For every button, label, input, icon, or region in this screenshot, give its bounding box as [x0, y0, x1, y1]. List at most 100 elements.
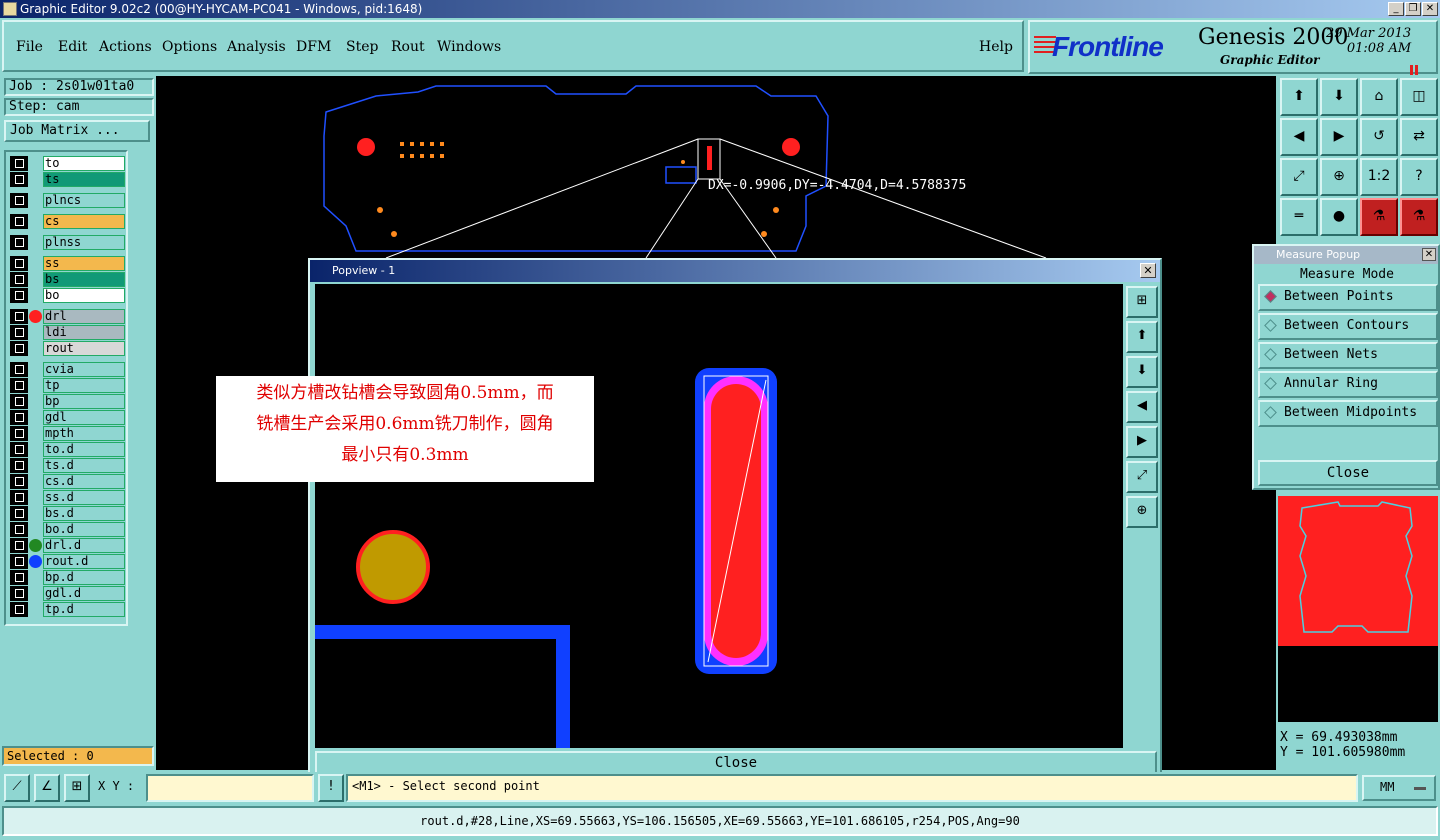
menu-actions[interactable]: Actions — [99, 39, 152, 55]
layer-name[interactable]: cs — [43, 214, 125, 229]
layer-name[interactable]: gdl.d — [43, 586, 125, 601]
layer-row-plnss[interactable]: plnss — [8, 235, 126, 250]
layer-checkbox[interactable] — [10, 554, 28, 569]
layer-checkbox[interactable] — [10, 272, 28, 287]
measure-option-between-midpoints[interactable]: Between Midpoints — [1258, 400, 1438, 427]
layer-checkbox[interactable] — [10, 288, 28, 303]
layer-row-ss-d[interactable]: ss.d — [8, 490, 126, 505]
layer-row-drl-d[interactable]: drl.d — [8, 538, 126, 553]
menu-rout[interactable]: Rout — [391, 39, 425, 55]
home-icon[interactable]: ⌂ — [1360, 78, 1398, 116]
layer-name[interactable]: tp — [43, 378, 125, 393]
layer-checkbox[interactable] — [10, 426, 28, 441]
layer-row-bo-d[interactable]: bo.d — [8, 522, 126, 537]
layer-name[interactable]: bo — [43, 288, 125, 303]
pan-left-icon[interactable]: ◀ — [1126, 391, 1158, 423]
layer-name[interactable]: ts.d — [43, 458, 125, 473]
layer-row-tp-d[interactable]: tp.d — [8, 602, 126, 617]
layer-row-bs-d[interactable]: bs.d — [8, 506, 126, 521]
layer-name[interactable]: drl.d — [43, 538, 125, 553]
zoom-box-icon[interactable]: ⊞ — [1126, 286, 1158, 318]
layer-row-bp-d[interactable]: bp.d — [8, 570, 126, 585]
layer-checkbox[interactable] — [10, 490, 28, 505]
layer-checkbox[interactable] — [10, 214, 28, 229]
layer-checkbox[interactable] — [10, 325, 28, 340]
layer-row-to[interactable]: to — [8, 156, 126, 171]
layer-checkbox[interactable] — [10, 522, 28, 537]
snap-icon[interactable]: ● — [1320, 198, 1358, 236]
fit-icon[interactable]: ⤢ — [1126, 461, 1158, 493]
zoom-step-icon[interactable]: ⬇ — [1320, 78, 1358, 116]
layer-checkbox[interactable] — [10, 235, 28, 250]
layer-row-ss[interactable]: ss — [8, 256, 126, 271]
layer-row-rout-d[interactable]: rout.d — [8, 554, 126, 569]
menu-help[interactable]: Help — [979, 39, 1013, 55]
alert-icon[interactable]: ! — [318, 774, 344, 802]
menu-analysis[interactable]: Analysis — [227, 39, 286, 55]
menu-windows[interactable]: Windows — [437, 39, 501, 55]
window-icon[interactable]: ◫ — [1400, 78, 1438, 116]
layer-checkbox[interactable] — [10, 309, 28, 324]
ruler-icon[interactable]: ═ — [1280, 198, 1318, 236]
layer-name[interactable]: ss.d — [43, 490, 125, 505]
menu-options[interactable]: Options — [162, 39, 217, 55]
measure-option-between-points[interactable]: Between Points — [1258, 284, 1438, 311]
layer-row-cs-d[interactable]: cs.d — [8, 474, 126, 489]
layer-row-gdl-d[interactable]: gdl.d — [8, 586, 126, 601]
measure-close-button[interactable]: Close — [1258, 460, 1438, 486]
zoom-in-icon[interactable]: ⬆ — [1126, 321, 1158, 353]
scale-icon[interactable]: 1:2 — [1360, 158, 1398, 196]
layer-checkbox[interactable] — [10, 570, 28, 585]
layer-name[interactable]: mpth — [43, 426, 125, 441]
layer-checkbox[interactable] — [10, 378, 28, 393]
pan-right-icon[interactable]: ▶ — [1320, 118, 1358, 156]
xy-input[interactable] — [146, 774, 314, 802]
menu-dfm[interactable]: DFM — [296, 39, 331, 55]
layer-name[interactable]: drl — [43, 309, 125, 324]
snap-mode-icon[interactable]: ⟋ — [4, 774, 30, 802]
help-icon[interactable]: ? — [1400, 158, 1438, 196]
layer-row-drl[interactable]: drl — [8, 309, 126, 324]
layer-checkbox[interactable] — [10, 156, 28, 171]
layer-row-tp[interactable]: tp — [8, 378, 126, 393]
overview-map[interactable] — [1278, 496, 1438, 722]
layer-row-to-d[interactable]: to.d — [8, 442, 126, 457]
popview-canvas[interactable] — [315, 284, 1123, 748]
layer-row-cvia[interactable]: cvia — [8, 362, 126, 377]
layer-checkbox[interactable] — [10, 602, 28, 617]
layer-name[interactable]: to — [43, 156, 125, 171]
layer-row-plncs[interactable]: plncs — [8, 193, 126, 208]
minimize-button[interactable]: _ — [1388, 2, 1404, 16]
pan-left-icon[interactable]: ◀ — [1280, 118, 1318, 156]
angle-mode-icon[interactable]: ∠ — [34, 774, 60, 802]
popview-close-icon[interactable]: ✕ — [1140, 263, 1156, 278]
layer-name[interactable]: to.d — [43, 442, 125, 457]
layer-checkbox[interactable] — [10, 474, 28, 489]
layer-checkbox[interactable] — [10, 256, 28, 271]
layer-row-mpth[interactable]: mpth — [8, 426, 126, 441]
units-selector[interactable]: MM — [1362, 775, 1436, 801]
job-matrix-button[interactable]: Job Matrix ... — [4, 120, 150, 142]
layer-checkbox[interactable] — [10, 442, 28, 457]
layer-row-bs[interactable]: bs — [8, 272, 126, 287]
layer-red-icon[interactable]: ⚗ — [1400, 198, 1438, 236]
layer-checkbox[interactable] — [10, 410, 28, 425]
layer-checkbox[interactable] — [10, 341, 28, 356]
layer-name[interactable]: ldi — [43, 325, 125, 340]
layer-name[interactable]: ts — [43, 172, 125, 187]
center-icon[interactable]: ⊕ — [1126, 496, 1158, 528]
fit-icon[interactable]: ⤢ — [1280, 158, 1318, 196]
layer-name[interactable]: gdl — [43, 410, 125, 425]
layer-name[interactable]: cs.d — [43, 474, 125, 489]
layer-row-ts-d[interactable]: ts.d — [8, 458, 126, 473]
layer-name[interactable]: rout.d — [43, 554, 125, 569]
layer-checkbox[interactable] — [10, 362, 28, 377]
undo-icon[interactable]: ↺ — [1360, 118, 1398, 156]
layer-name[interactable]: tp.d — [43, 602, 125, 617]
layer-name[interactable]: plncs — [43, 193, 125, 208]
grid-mode-icon[interactable]: ⊞ — [64, 774, 90, 802]
layer-checkbox[interactable] — [10, 172, 28, 187]
layer-name[interactable]: bp.d — [43, 570, 125, 585]
layer-row-bp[interactable]: bp — [8, 394, 126, 409]
layer-name[interactable]: bo.d — [43, 522, 125, 537]
